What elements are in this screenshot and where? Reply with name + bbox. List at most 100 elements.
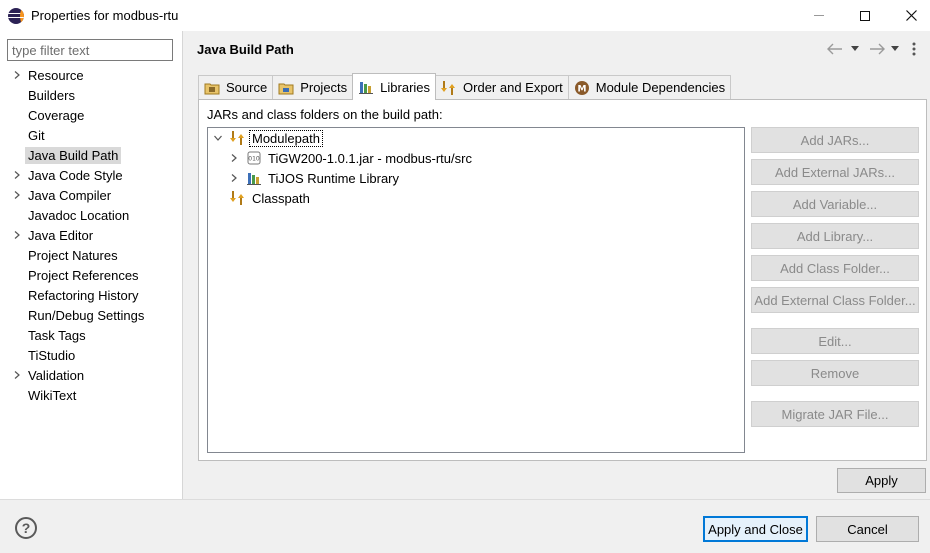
add-external-class-folder-button[interactable]: Add External Class Folder... bbox=[751, 287, 919, 313]
nav-item[interactable]: Builders bbox=[0, 85, 183, 105]
nav-item[interactable]: Validation bbox=[0, 365, 183, 385]
nav-item[interactable]: Task Tags bbox=[0, 325, 183, 345]
chevron-right-icon[interactable] bbox=[13, 191, 21, 199]
source-folder-icon bbox=[204, 80, 220, 96]
minimize-button[interactable] bbox=[796, 0, 842, 31]
chevron-down-icon[interactable] bbox=[214, 134, 222, 142]
nav-item-label: Java Code Style bbox=[28, 167, 123, 183]
nav-item-label: Coverage bbox=[28, 107, 85, 123]
svg-text:010: 010 bbox=[248, 156, 260, 163]
close-icon bbox=[905, 10, 917, 21]
remove-button[interactable]: Remove bbox=[751, 360, 919, 386]
add-external-jars-button[interactable]: Add External JARs... bbox=[751, 159, 919, 185]
tree-item-label: Modulepath bbox=[249, 129, 323, 147]
nav-item-label: Java Build Path bbox=[25, 146, 122, 164]
nav-item-label: WikiText bbox=[28, 387, 77, 403]
nav-item[interactable]: Javadoc Location bbox=[0, 205, 183, 225]
maximize-icon bbox=[860, 10, 870, 21]
build-path-tab-folder: Source Projects Libraries Order and Export M… bbox=[198, 73, 927, 461]
nav-item-label: Java Editor bbox=[28, 227, 94, 243]
tab-order-and-export[interactable]: Order and Export bbox=[435, 75, 569, 99]
nav-item-label: Builders bbox=[28, 87, 75, 103]
tree-item[interactable]: Modulepath bbox=[214, 128, 323, 148]
maximize-button[interactable] bbox=[842, 0, 888, 31]
tab-module-dependencies[interactable]: M Module Dependencies bbox=[567, 75, 732, 99]
chevron-right-icon[interactable] bbox=[13, 71, 21, 79]
filter-input[interactable] bbox=[7, 39, 173, 61]
cancel-button[interactable]: Cancel bbox=[816, 516, 919, 542]
add-jars-button[interactable]: Add JARs... bbox=[751, 127, 919, 153]
nav-item-label: TiStudio bbox=[28, 347, 76, 363]
build-path-tree[interactable]: Modulepath 010 TiGW200-1.0.1.jar - modbus-… bbox=[207, 127, 745, 453]
back-menu-chevron-icon[interactable] bbox=[851, 41, 859, 57]
apply-button[interactable]: Apply bbox=[837, 468, 926, 493]
page-title: Java Build Path bbox=[197, 42, 294, 57]
nav-item-label: Javadoc Location bbox=[28, 207, 130, 223]
nav-item[interactable]: Java Editor bbox=[0, 225, 183, 245]
nav-item[interactable]: Java Code Style bbox=[0, 165, 183, 185]
nav-item-label: Git bbox=[28, 127, 45, 143]
add-variable-button[interactable]: Add Variable... bbox=[751, 191, 919, 217]
tab-label: Module Dependencies bbox=[595, 80, 726, 95]
preferences-sidebar: Resource Builders Coverage Git Java Build Pa… bbox=[0, 31, 183, 499]
nav-item[interactable]: Java Compiler bbox=[0, 185, 183, 205]
tab-bar: Source Projects Libraries Order and Export M… bbox=[198, 73, 732, 100]
nav-item[interactable]: Refactoring History bbox=[0, 285, 183, 305]
nav-item[interactable]: Java Build Path bbox=[0, 145, 183, 165]
tree-item[interactable]: Classpath bbox=[214, 188, 312, 208]
nav-item[interactable]: WikiText bbox=[0, 385, 183, 405]
footer-divider bbox=[0, 499, 930, 500]
property-page-list: Resource Builders Coverage Git Java Build Pa… bbox=[0, 65, 183, 405]
page-header: Java Build Path bbox=[185, 31, 930, 66]
nav-item-label: Resource bbox=[28, 67, 84, 83]
nav-item-label: Task Tags bbox=[28, 327, 86, 343]
apply-and-close-button[interactable]: Apply and Close bbox=[703, 516, 808, 542]
window-title: Properties for modbus-rtu bbox=[31, 8, 179, 23]
chevron-right-icon[interactable] bbox=[13, 371, 21, 379]
forward-arrow-icon[interactable] bbox=[869, 41, 885, 57]
tab-source[interactable]: Source bbox=[198, 75, 274, 99]
chevron-right-icon[interactable] bbox=[13, 231, 21, 239]
tree-item-label: TiGW200-1.0.1.jar - modbus-rtu/src bbox=[268, 150, 472, 166]
nav-item[interactable]: Project Natures bbox=[0, 245, 183, 265]
chevron-right-icon[interactable] bbox=[13, 171, 21, 179]
back-arrow-icon[interactable] bbox=[827, 41, 843, 57]
tree-item-label: TiJOS Runtime Library bbox=[268, 170, 399, 186]
chevron-right-icon[interactable] bbox=[230, 174, 238, 182]
nav-item-label: Refactoring History bbox=[28, 287, 139, 303]
tab-label: Libraries bbox=[380, 79, 431, 95]
close-button[interactable] bbox=[888, 0, 930, 31]
svg-text:M: M bbox=[577, 84, 586, 94]
classpath-icon bbox=[230, 190, 246, 206]
nav-item[interactable]: Coverage bbox=[0, 105, 183, 125]
add-library-button[interactable]: Add Library... bbox=[751, 223, 919, 249]
tab-libraries[interactable]: Libraries bbox=[352, 73, 437, 100]
chevron-right-icon[interactable] bbox=[230, 154, 238, 162]
tab-projects[interactable]: Projects bbox=[272, 75, 354, 99]
nav-item[interactable]: TiStudio bbox=[0, 345, 183, 365]
tree-item-label: Classpath bbox=[252, 190, 310, 206]
tab-label: Source bbox=[226, 80, 268, 95]
module-dependencies-icon: M bbox=[574, 80, 590, 96]
tree-item[interactable]: 010 TiGW200-1.0.1.jar - modbus-rtu/src bbox=[230, 148, 474, 168]
eclipse-app-icon bbox=[8, 7, 24, 24]
nav-item-label: Validation bbox=[28, 367, 85, 383]
nav-item-label: Java Compiler bbox=[28, 187, 112, 203]
libraries-icon bbox=[358, 79, 374, 95]
tree-item[interactable]: TiJOS Runtime Library bbox=[230, 168, 401, 188]
nav-item[interactable]: Project References bbox=[0, 265, 183, 285]
edit-button[interactable]: Edit... bbox=[751, 328, 919, 354]
library-icon bbox=[246, 170, 262, 186]
nav-item[interactable]: Run/Debug Settings bbox=[0, 305, 183, 325]
build-path-label: JARs and class folders on the build path… bbox=[207, 107, 443, 122]
nav-item[interactable]: Git bbox=[0, 125, 183, 145]
help-icon[interactable]: ? bbox=[15, 517, 37, 539]
migrate-jar-button[interactable]: Migrate JAR File... bbox=[751, 401, 919, 427]
nav-item-label: Run/Debug Settings bbox=[28, 307, 145, 323]
nav-item[interactable]: Resource bbox=[0, 65, 183, 85]
view-menu-icon[interactable] bbox=[912, 41, 916, 57]
add-class-folder-button[interactable]: Add Class Folder... bbox=[751, 255, 919, 281]
forward-menu-chevron-icon[interactable] bbox=[891, 41, 899, 57]
minimize-icon bbox=[814, 15, 824, 16]
